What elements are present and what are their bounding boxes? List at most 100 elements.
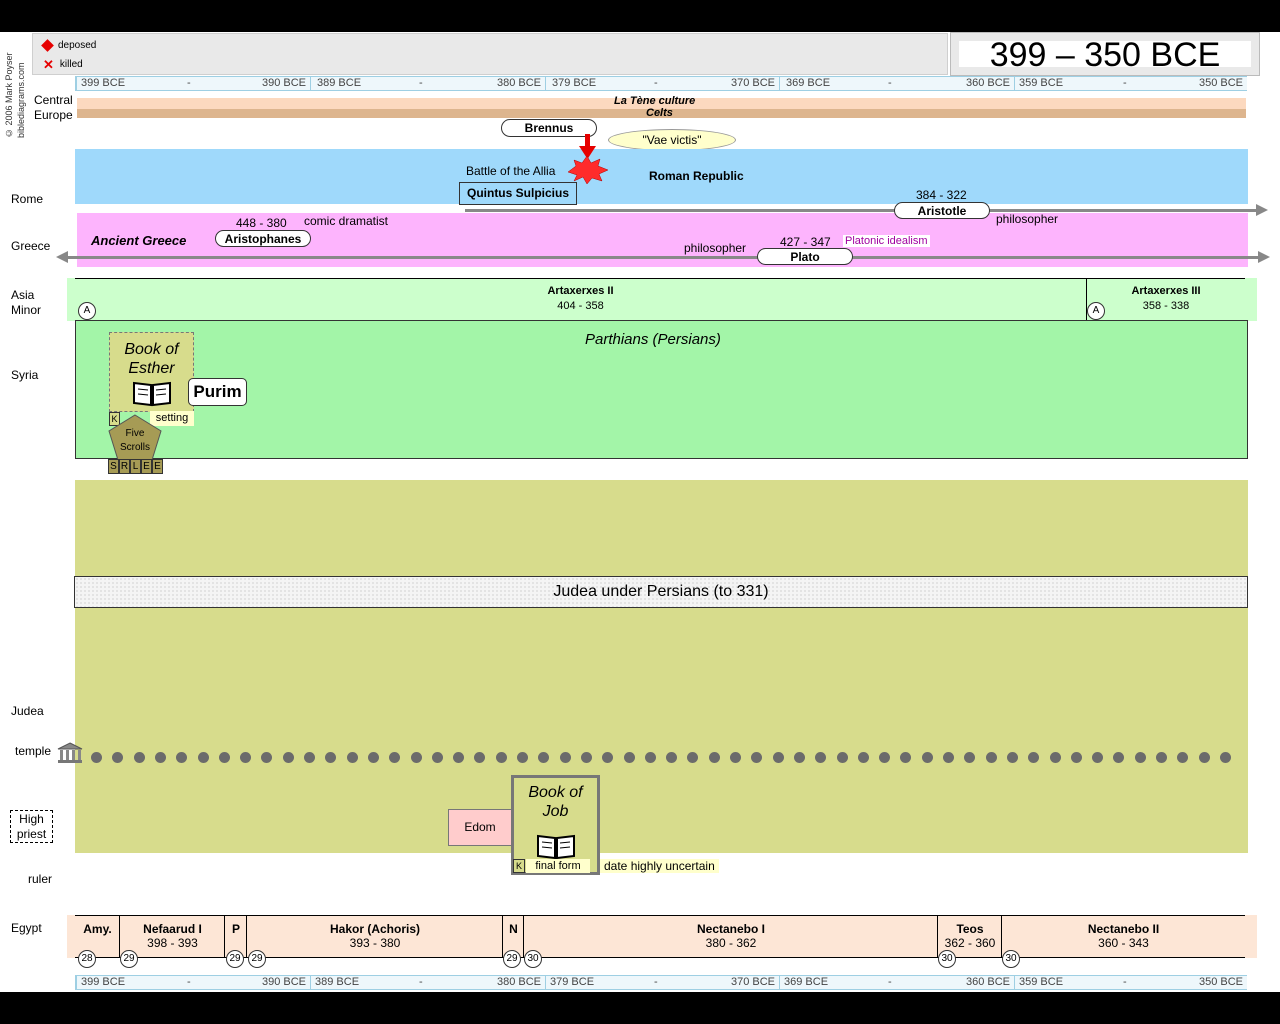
esther-title: Book of Esther [124, 341, 179, 377]
row-label-greece: Greece [11, 239, 51, 253]
date-uncertain-label: date highly uncertain [600, 859, 719, 873]
aristotle-dates: 384 - 322 [916, 188, 967, 202]
row-label-asia-minor: Asia Minor [11, 288, 42, 317]
row-label-egypt: Egypt [11, 921, 42, 935]
scale-segment: 389 BCE -380 BCE [310, 976, 545, 989]
egypt-ruler-name: P [231, 922, 240, 936]
row-label-rome: Rome [11, 192, 44, 206]
temple-dot [1070, 752, 1082, 763]
five-scrolls-label: Five Scrolls [119, 428, 150, 453]
plato-dates: 427 - 347 [780, 235, 831, 249]
arrow-right-icon [1256, 204, 1268, 216]
egypt-ruler: Nectanebo II 360 - 343 [1001, 915, 1245, 958]
temple-dot [985, 752, 997, 763]
egypt-ruler: Hakor (Achoris) 393 - 380 [246, 915, 503, 958]
egypt-ruler-dates: 380 - 362 [705, 936, 757, 950]
temple-dot [197, 752, 209, 763]
temple-dot [154, 752, 166, 763]
legend-killed-label: killed [59, 59, 83, 70]
temple-dot [857, 752, 869, 763]
temple-dot [1156, 752, 1167, 763]
battle-allia-label: Battle of the Allia [466, 164, 556, 178]
egypt-ruler-name: Nefaarud I [143, 922, 202, 936]
dynasty-marker: 30 [1002, 950, 1020, 968]
artaxerxes-ii-name: Artaxerxes II [547, 285, 614, 297]
temple-dot [580, 752, 592, 763]
temple-dot [1198, 752, 1210, 763]
quintus-sulpicius-box: Quintus Sulpicius [459, 182, 577, 205]
temple-dot [559, 752, 571, 763]
purim-box: Purim [188, 378, 247, 406]
aristotle-role: philosopher [996, 212, 1059, 226]
temple-dot [304, 752, 315, 763]
temple-dot [772, 752, 784, 763]
copyright: © 2006 Mark Poyser biblediagrams.com [4, 52, 26, 138]
celts-label: Celts [646, 107, 673, 119]
scale-segment: 379 BCE -370 BCE [545, 77, 779, 90]
temple-dot [623, 752, 635, 763]
roman-republic-label: Roman Republic [649, 169, 744, 183]
egypt-ruler-name: Amy. [83, 922, 112, 936]
legend-deposed-label: deposed [58, 40, 97, 51]
dynasty-marker: 28 [78, 950, 96, 968]
egypt-ruler: Nectanebo I 380 - 362 [523, 915, 938, 958]
temple-dot [517, 752, 528, 763]
scale-segment: 359 BCE -350 BCE [1014, 976, 1247, 989]
scale-segment: 379 BCE -370 BCE [545, 976, 779, 989]
dynasty-marker: 29 [248, 950, 266, 968]
book-of-esther: Book of Esther [109, 332, 194, 412]
row-label-syria: Syria [11, 368, 39, 382]
job-title: Book of Job [528, 784, 583, 820]
job-final-form: final form [526, 859, 590, 873]
scroll-letter: E [152, 459, 163, 474]
temple-dot [1006, 752, 1018, 763]
edom-box: Edom [448, 809, 512, 846]
platonic-idealism-label: Platonic idealism [843, 235, 930, 247]
deposed-icon [41, 39, 54, 52]
temple-dot [282, 752, 294, 763]
aristotle-pill: Aristotle [894, 202, 990, 219]
dynasty-marker: 29 [503, 950, 521, 968]
row-label-judea: Judea [11, 704, 44, 718]
ancient-greece-label: Ancient Greece [91, 233, 187, 248]
timeline-page: © 2006 Mark Poyser biblediagrams.com dep… [0, 32, 1280, 992]
egypt-ruler-name: Hakor (Achoris) [329, 922, 421, 936]
temple-dot [836, 752, 848, 763]
temple-dot [410, 752, 422, 763]
dynasty-marker: 29 [226, 950, 244, 968]
temple-icon [57, 742, 83, 763]
egypt-ruler-dates: 398 - 393 [147, 936, 198, 950]
row-label-ruler: ruler [28, 872, 53, 886]
temple-dot [708, 752, 720, 763]
temple-dot [1134, 752, 1146, 763]
row-label-temple: temple [15, 744, 52, 758]
temple-dot [1219, 752, 1231, 763]
vae-victis-bubble: "Vae victis" [608, 129, 736, 151]
aristophanes-role: comic dramatist [304, 214, 389, 228]
book-icon [537, 834, 575, 860]
judea-under-persians-box: Judea under Persians (to 331) [74, 576, 1248, 608]
time-scale-bottom: 399 BCE -390 BCE 389 BCE -380 BCE 379 BCE -… [75, 975, 1247, 990]
egypt-ruler-name: Teos [956, 922, 984, 936]
arrow-left-icon [56, 251, 68, 263]
scale-segment: 399 BCE -390 BCE [76, 77, 310, 90]
temple-dot [495, 752, 507, 763]
scroll-letter: E [141, 459, 152, 474]
temple-dot [367, 752, 379, 763]
killed-icon: ✕ [43, 56, 54, 72]
asia-minor-top-border [75, 278, 1245, 279]
legend-deposed: deposed [41, 39, 97, 52]
aristotle-lifespan-line [465, 209, 1260, 212]
dynasty-marker: A [1087, 302, 1105, 320]
temple-dot [133, 752, 145, 763]
la-tene-label: La Tène culture [614, 95, 696, 107]
judea-band [75, 480, 1248, 853]
temple-dot [730, 752, 741, 763]
scroll-letter: L [130, 459, 141, 474]
artaxerxes-iii-dates: 358 - 338 [1142, 300, 1190, 312]
scale-segment: 359 BCE -350 BCE [1014, 77, 1247, 90]
egypt-ruler-dates: 362 - 360 [944, 936, 996, 950]
book-icon [133, 381, 171, 407]
aristophanes-pill: Aristophanes [215, 230, 311, 247]
egypt-ruler-name: N [509, 922, 518, 936]
